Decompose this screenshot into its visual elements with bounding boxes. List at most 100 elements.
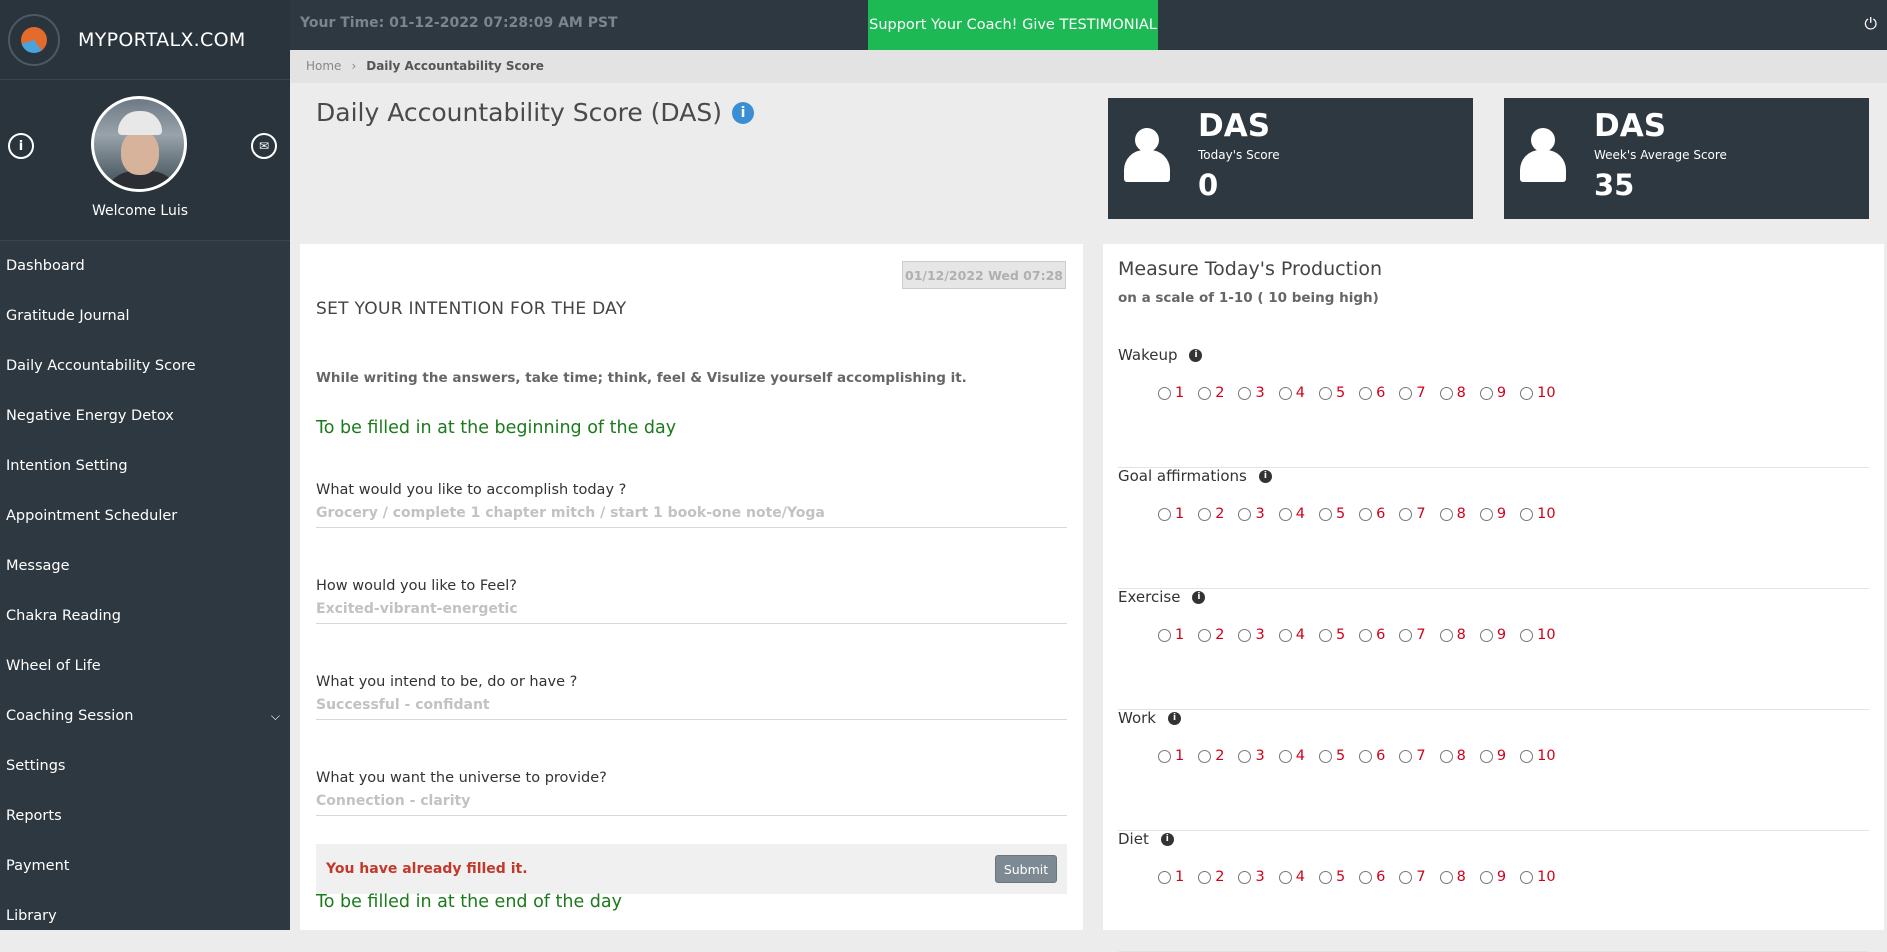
- radio-button[interactable]: [1238, 386, 1252, 400]
- radio-button[interactable]: [1399, 870, 1413, 884]
- testimonial-button[interactable]: Support Your Coach! Give TESTIMONIAL: [868, 0, 1158, 50]
- rating-option[interactable]: 2: [1198, 748, 1224, 764]
- rating-option[interactable]: 1: [1158, 385, 1184, 401]
- sidebar-item-intention-setting[interactable]: Intention Setting: [0, 441, 290, 491]
- radio-button[interactable]: [1318, 628, 1332, 642]
- radio-button[interactable]: [1479, 386, 1493, 400]
- radio-button[interactable]: [1198, 870, 1212, 884]
- rating-option[interactable]: 10: [1520, 748, 1556, 764]
- sidebar-item-payment[interactable]: Payment: [0, 841, 290, 891]
- sidebar-item-chakra-reading[interactable]: Chakra Reading: [0, 591, 290, 641]
- rating-option[interactable]: 4: [1278, 869, 1305, 885]
- rating-option[interactable]: 6: [1359, 748, 1385, 764]
- radio-button[interactable]: [1439, 628, 1453, 642]
- info-icon[interactable]: i: [1189, 348, 1203, 362]
- radio-button[interactable]: [1439, 507, 1453, 521]
- radio-button[interactable]: [1238, 749, 1252, 763]
- radio-button[interactable]: [1198, 386, 1212, 400]
- radio-button[interactable]: [1158, 749, 1171, 763]
- rating-option[interactable]: 10: [1520, 627, 1556, 643]
- info-icon[interactable]: i: [731, 101, 754, 124]
- rating-option[interactable]: 2: [1198, 385, 1224, 401]
- radio-button[interactable]: [1198, 749, 1212, 763]
- radio-button[interactable]: [1439, 749, 1453, 763]
- rating-option[interactable]: 5: [1318, 748, 1345, 764]
- radio-button[interactable]: [1520, 870, 1534, 884]
- answer-field[interactable]: Grocery / complete 1 chapter mitch / sta…: [316, 505, 1067, 528]
- rating-option[interactable]: 6: [1359, 869, 1385, 885]
- rating-option[interactable]: 6: [1359, 385, 1385, 401]
- rating-option[interactable]: 8: [1439, 748, 1466, 764]
- radio-button[interactable]: [1359, 507, 1373, 521]
- sidebar-item-gratitude-journal[interactable]: Gratitude Journal: [0, 291, 290, 341]
- radio-button[interactable]: [1158, 870, 1171, 884]
- rating-option[interactable]: 10: [1520, 506, 1556, 522]
- radio-button[interactable]: [1479, 749, 1493, 763]
- sidebar-item-settings[interactable]: Settings: [0, 741, 290, 791]
- sidebar-item-appointment-scheduler[interactable]: Appointment Scheduler: [0, 491, 290, 541]
- radio-button[interactable]: [1158, 628, 1171, 642]
- radio-button[interactable]: [1359, 870, 1373, 884]
- rating-option[interactable]: 7: [1399, 627, 1426, 643]
- radio-button[interactable]: [1520, 386, 1534, 400]
- sidebar-item-message[interactable]: Message: [0, 541, 290, 591]
- rating-option[interactable]: 3: [1238, 506, 1265, 522]
- radio-button[interactable]: [1238, 628, 1252, 642]
- radio-button[interactable]: [1399, 628, 1413, 642]
- rating-option[interactable]: 2: [1198, 869, 1224, 885]
- answer-field[interactable]: Connection - clarity: [316, 793, 1067, 816]
- radio-button[interactable]: [1158, 386, 1171, 400]
- submit-button[interactable]: Submit: [995, 855, 1057, 883]
- radio-button[interactable]: [1479, 507, 1493, 521]
- radio-button[interactable]: [1399, 386, 1413, 400]
- radio-button[interactable]: [1198, 628, 1212, 642]
- radio-button[interactable]: [1238, 870, 1252, 884]
- radio-button[interactable]: [1278, 870, 1292, 884]
- rating-option[interactable]: 7: [1399, 869, 1426, 885]
- radio-button[interactable]: [1278, 507, 1292, 521]
- rating-option[interactable]: 5: [1318, 385, 1345, 401]
- rating-option[interactable]: 10: [1520, 385, 1556, 401]
- rating-option[interactable]: 7: [1399, 385, 1426, 401]
- sidebar-item-dashboard[interactable]: Dashboard: [0, 241, 290, 291]
- radio-button[interactable]: [1318, 386, 1332, 400]
- rating-option[interactable]: 2: [1198, 506, 1224, 522]
- sidebar-item-wheel-of-life[interactable]: Wheel of Life: [0, 641, 290, 691]
- rating-option[interactable]: 8: [1439, 506, 1466, 522]
- mail-icon[interactable]: ✉: [251, 133, 277, 159]
- rating-option[interactable]: 9: [1479, 748, 1506, 764]
- power-icon[interactable]: ⏻: [1864, 14, 1877, 34]
- rating-option[interactable]: 9: [1479, 869, 1506, 885]
- radio-button[interactable]: [1399, 749, 1413, 763]
- rating-option[interactable]: 3: [1238, 869, 1265, 885]
- answer-field[interactable]: Excited-vibrant-energetic: [316, 601, 1067, 624]
- info-icon[interactable]: i: [1258, 469, 1272, 483]
- info-icon[interactable]: i: [1160, 832, 1174, 846]
- radio-button[interactable]: [1198, 507, 1212, 521]
- brand-name[interactable]: MYPORTALX.COM: [78, 29, 246, 51]
- rating-option[interactable]: 7: [1399, 748, 1426, 764]
- rating-option[interactable]: 4: [1278, 627, 1305, 643]
- radio-button[interactable]: [1479, 870, 1493, 884]
- brand-logo-icon[interactable]: [8, 13, 60, 66]
- rating-option[interactable]: 1: [1158, 506, 1184, 522]
- rating-option[interactable]: 1: [1158, 748, 1184, 764]
- rating-option[interactable]: 7: [1399, 506, 1426, 522]
- radio-button[interactable]: [1318, 507, 1332, 521]
- rating-option[interactable]: 8: [1439, 869, 1466, 885]
- sidebar-item-coaching-session[interactable]: Coaching Session ⌵: [0, 691, 290, 741]
- radio-button[interactable]: [1359, 628, 1373, 642]
- breadcrumb-home[interactable]: Home: [306, 59, 341, 73]
- radio-button[interactable]: [1318, 870, 1332, 884]
- answer-field[interactable]: Successful - confidant: [316, 697, 1067, 720]
- radio-button[interactable]: [1359, 749, 1373, 763]
- rating-option[interactable]: 3: [1238, 627, 1265, 643]
- sidebar-item-reports[interactable]: Reports: [0, 791, 290, 841]
- rating-option[interactable]: 9: [1479, 385, 1506, 401]
- rating-option[interactable]: 4: [1278, 385, 1305, 401]
- radio-button[interactable]: [1158, 507, 1171, 521]
- radio-button[interactable]: [1520, 507, 1534, 521]
- rating-option[interactable]: 5: [1318, 506, 1345, 522]
- rating-option[interactable]: 8: [1439, 385, 1466, 401]
- info-icon[interactable]: i: [8, 133, 34, 159]
